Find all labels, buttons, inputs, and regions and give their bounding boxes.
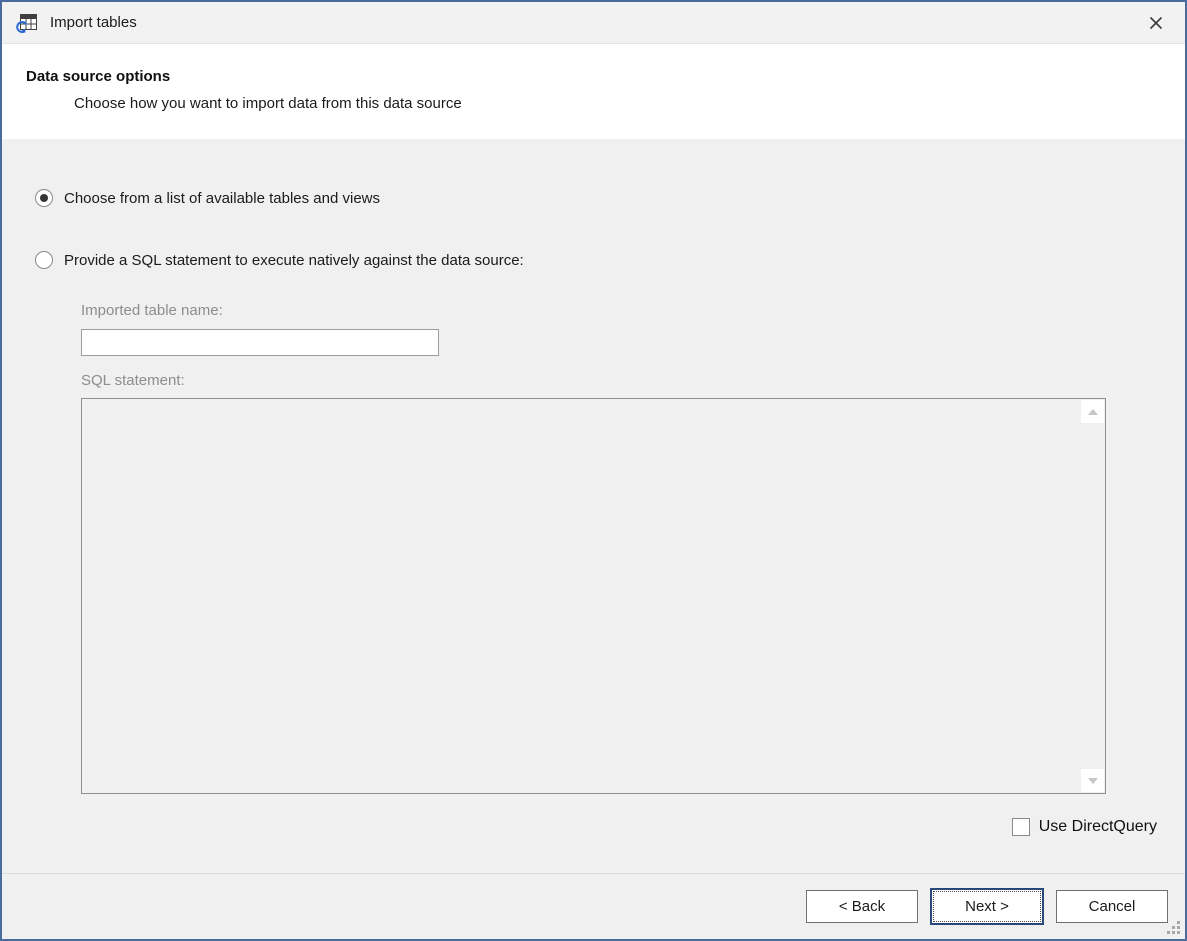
radio-choose-from-list[interactable]: Choose from a list of available tables a…: [35, 189, 380, 207]
import-tables-icon: [14, 10, 40, 36]
scroll-up-arrow-icon[interactable]: [1081, 400, 1104, 423]
import-tables-dialog: Import tables Data source options Choose…: [0, 0, 1187, 941]
radio-selected-icon[interactable]: [35, 189, 53, 207]
resize-grip-icon[interactable]: [1166, 920, 1181, 935]
close-icon[interactable]: [1139, 6, 1173, 40]
radio-provide-sql-label: Provide a SQL statement to execute nativ…: [64, 252, 524, 269]
scroll-down-arrow-icon[interactable]: [1081, 769, 1104, 792]
back-button[interactable]: < Back: [806, 890, 918, 923]
cancel-button[interactable]: Cancel: [1056, 890, 1168, 923]
page-subtitle: Choose how you want to import data from …: [74, 95, 462, 112]
imported-table-name-label: Imported table name:: [81, 302, 223, 319]
titlebar: Import tables: [2, 2, 1185, 44]
next-button[interactable]: Next >: [930, 888, 1044, 925]
data-source-options-panel: Choose from a list of available tables a…: [2, 139, 1185, 873]
checkbox-icon[interactable]: [1012, 818, 1030, 836]
use-directquery-option[interactable]: Use DirectQuery: [1012, 818, 1157, 836]
window-title: Import tables: [50, 14, 137, 31]
radio-choose-from-list-label: Choose from a list of available tables a…: [64, 190, 380, 207]
page-header: Data source options Choose how you want …: [2, 44, 1185, 139]
imported-table-name-input[interactable]: [81, 329, 439, 356]
page-title: Data source options: [26, 68, 170, 85]
sql-statement-textarea[interactable]: [81, 398, 1106, 794]
radio-provide-sql[interactable]: Provide a SQL statement to execute nativ…: [35, 251, 524, 269]
dialog-footer: < Back Next > Cancel: [2, 873, 1185, 939]
radio-unselected-icon[interactable]: [35, 251, 53, 269]
use-directquery-label: Use DirectQuery: [1039, 818, 1157, 836]
sql-statement-label: SQL statement:: [81, 372, 185, 389]
